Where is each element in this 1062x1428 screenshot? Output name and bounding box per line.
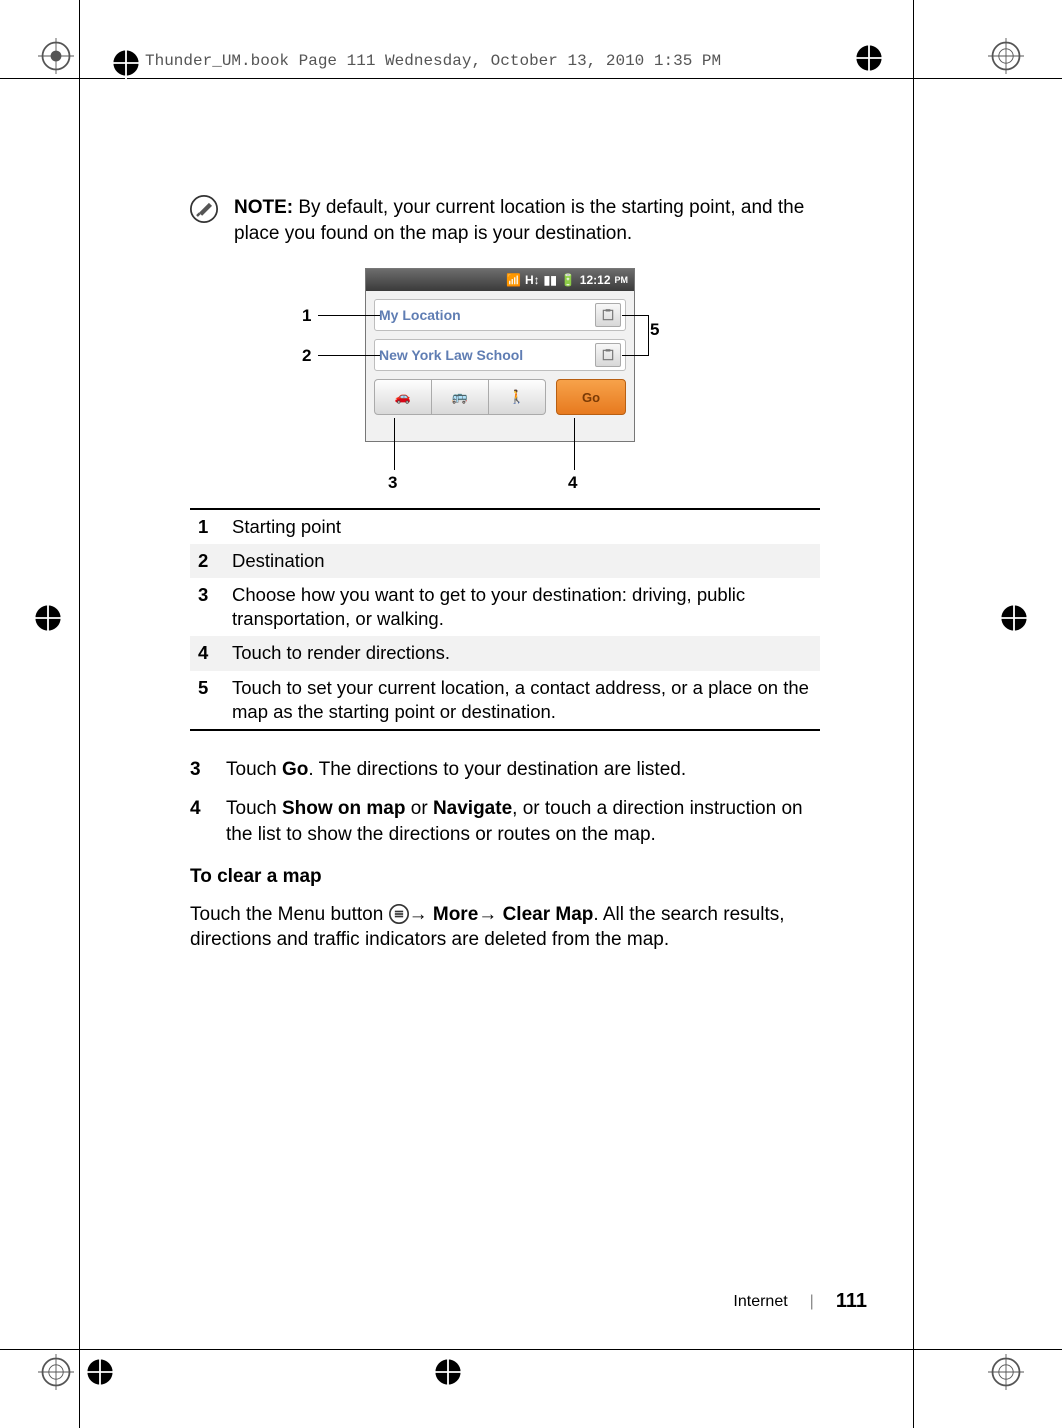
travel-mode-row: 🚗 🚌 🚶 Go (374, 379, 626, 415)
table-row: 1Starting point (190, 509, 820, 544)
note-block: NOTE: By default, your current location … (190, 195, 820, 246)
legend-num: 2 (190, 544, 224, 578)
table-row: 2Destination (190, 544, 820, 578)
registration-mark-icon (108, 45, 144, 81)
start-point-input[interactable] (379, 307, 589, 323)
step-4: 4 Touch Show on map or Navigate, or touc… (190, 796, 820, 847)
table-row: 4Touch to render directions. (190, 636, 820, 670)
step-body: Touch Go. The directions to your destina… (226, 757, 686, 783)
legend-num: 4 (190, 636, 224, 670)
proof-frame-bottom (0, 1349, 1062, 1350)
footer-section: Internet (733, 1293, 787, 1311)
note-label: NOTE: (234, 197, 293, 218)
callout-number-3: 3 (388, 473, 397, 493)
heading-clear-map: To clear a map (190, 866, 820, 888)
car-icon: 🚗 (395, 389, 411, 405)
registration-mark-icon (430, 1354, 466, 1390)
figure-with-callouts: 📶 H↕ ▮▮ 🔋 12:12 PM 🚗 🚌 (190, 268, 820, 498)
callout-line (318, 315, 380, 316)
step-body: Touch Show on map or Navigate, or touch … (226, 796, 820, 847)
network-icon: H↕ (525, 273, 540, 287)
callout-line (394, 418, 395, 470)
device-screenshot: 📶 H↕ ▮▮ 🔋 12:12 PM 🚗 🚌 (365, 268, 635, 442)
callout-number-1: 1 (302, 306, 311, 326)
legend-text: Starting point (224, 509, 820, 544)
status-bar: 📶 H↕ ▮▮ 🔋 12:12 PM (366, 269, 634, 291)
go-button-label: Go (582, 390, 600, 405)
page-content: NOTE: By default, your current location … (190, 195, 820, 953)
numbered-steps: 3 Touch Go. The directions to your desti… (190, 757, 820, 848)
legend-num: 5 (190, 671, 224, 730)
status-time: 12:12 (580, 273, 611, 287)
footer-separator: | (810, 1293, 814, 1311)
proof-frame-right (913, 0, 914, 1428)
step-number: 4 (190, 796, 208, 847)
note-text: NOTE: By default, your current location … (234, 195, 820, 246)
legend-text: Touch to render directions. (224, 636, 820, 670)
menu-button-icon (389, 904, 409, 924)
registration-mark-icon (82, 1354, 118, 1390)
print-header-stamp: Thunder_UM.book Page 111 Wednesday, Octo… (145, 52, 721, 70)
callout-number-2: 2 (302, 346, 311, 366)
legend-text: Destination (224, 544, 820, 578)
table-row: 5Touch to set your current location, a c… (190, 671, 820, 730)
registration-mark-icon (996, 600, 1032, 636)
callout-number-5: 5 (650, 320, 659, 340)
step-3: 3 Touch Go. The directions to your desti… (190, 757, 820, 783)
callout-line (574, 418, 575, 470)
destination-input[interactable] (379, 347, 589, 363)
proof-frame-top (0, 78, 1062, 79)
battery-icon: 🔋 (561, 273, 576, 287)
legend-num: 3 (190, 578, 224, 636)
note-body: By default, your current location is the… (234, 197, 804, 244)
page-footer: Internet | 111 (733, 1290, 867, 1313)
mode-transit-button[interactable]: 🚌 (432, 379, 489, 415)
callout-line (648, 331, 649, 356)
table-row: 3Choose how you want to get to your dest… (190, 578, 820, 636)
step-number: 3 (190, 757, 208, 783)
note-pencil-icon (190, 195, 218, 223)
start-point-picker-button[interactable] (595, 303, 621, 327)
paragraph-clear-map: Touch the Menu button → More→ Clear Map.… (190, 902, 820, 953)
legend-table: 1Starting point 2Destination 3Choose how… (190, 508, 820, 730)
registration-mark-icon (851, 40, 887, 76)
callout-line (318, 355, 380, 356)
callout-line (622, 315, 648, 316)
status-time-suffix: PM (615, 275, 629, 285)
mode-walking-button[interactable]: 🚶 (489, 379, 546, 415)
start-point-field[interactable] (374, 299, 626, 331)
bus-icon: 🚌 (452, 389, 468, 405)
legend-num: 1 (190, 509, 224, 544)
destination-field[interactable] (374, 339, 626, 371)
proof-frame-left (79, 0, 80, 1428)
callout-line (622, 355, 648, 356)
destination-picker-button[interactable] (595, 343, 621, 367)
callout-number-4: 4 (568, 473, 577, 493)
mode-driving-button[interactable]: 🚗 (374, 379, 432, 415)
bars-icon: ▮▮ (544, 273, 557, 287)
registration-mark-icon (988, 38, 1024, 74)
registration-mark-icon (38, 38, 74, 74)
registration-mark-icon (38, 1354, 74, 1390)
walk-icon: 🚶 (509, 389, 525, 405)
legend-text: Touch to set your current location, a co… (224, 671, 820, 730)
signal-icon: 📶 (506, 273, 521, 287)
go-button[interactable]: Go (556, 379, 626, 415)
legend-text: Choose how you want to get to your desti… (224, 578, 820, 636)
footer-page-number: 111 (836, 1290, 867, 1313)
registration-mark-icon (988, 1354, 1024, 1390)
registration-mark-icon (30, 600, 66, 636)
